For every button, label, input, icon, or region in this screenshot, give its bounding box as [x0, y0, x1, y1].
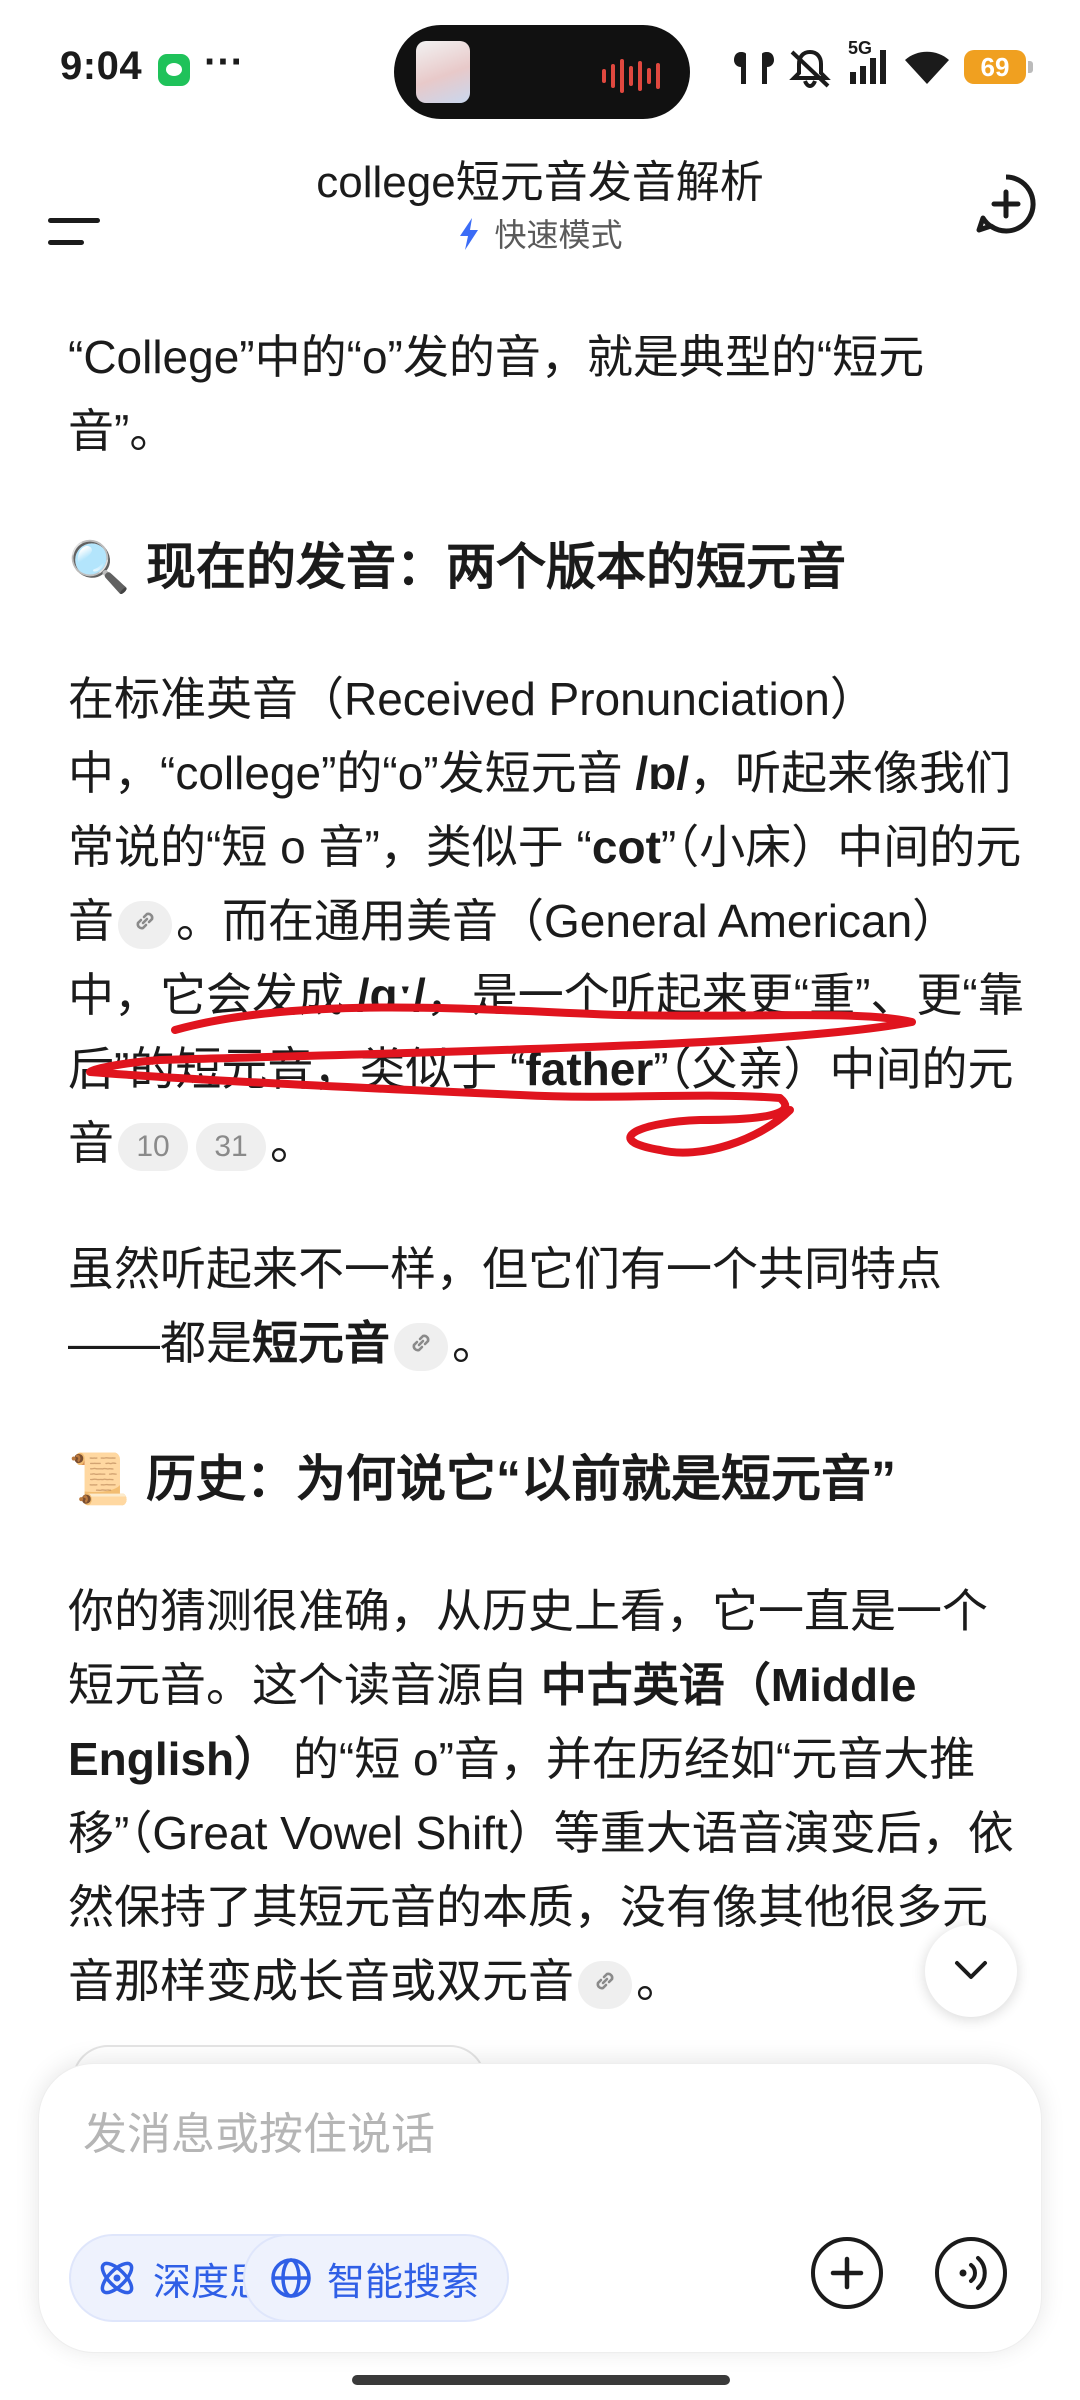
- chat-header: college短元音发音解析 快速模式: [0, 140, 1080, 270]
- battery-level: 69: [980, 52, 1010, 82]
- more-icon: ···: [204, 40, 244, 84]
- paragraph-history: 你的猜测很准确，从历史上看，它一直是一个短元音。这个读音源自 中古英语（Midd…: [68, 1585, 1014, 2009]
- magnifier-icon: 🔍: [68, 539, 131, 595]
- citation-badge[interactable]: 10: [118, 1122, 188, 1171]
- citation-badge[interactable]: 31: [196, 1122, 266, 1171]
- section-heading-current: 🔍 现在的发音：两个版本的短元音: [68, 530, 1028, 604]
- source-link-icon[interactable]: [118, 900, 172, 949]
- source-link-icon[interactable]: [394, 1322, 448, 1371]
- signal-icon: 5G: [848, 38, 892, 91]
- paragraph-intro: “College”中的“o”发的音，就是典型的“短元音”。: [68, 331, 925, 457]
- network-type: 5G: [848, 38, 873, 58]
- dynamic-island[interactable]: [394, 25, 690, 119]
- voice-icon: [959, 2256, 987, 2290]
- conversation-title[interactable]: college短元音发音解析: [0, 146, 1080, 210]
- attach-button[interactable]: [811, 2237, 883, 2309]
- status-time: 9:04: [60, 44, 143, 88]
- plus-icon: [830, 2256, 864, 2290]
- new-chat-button[interactable]: [974, 172, 1038, 236]
- voice-mode-button[interactable]: [935, 2237, 1007, 2309]
- scroll-icon: 📜: [68, 1451, 131, 1507]
- message-input[interactable]: [81, 2104, 985, 2166]
- chevron-down-icon: [955, 1961, 987, 1979]
- paragraph-pronunciation: 在标准英音（Received Pronunciation）中，“college”…: [68, 673, 1024, 1171]
- home-indicator: [352, 2375, 730, 2385]
- wechat-icon: [158, 54, 190, 86]
- new-chat-icon: [976, 174, 1036, 234]
- message-composer: 深度思考 智能搜索: [38, 2063, 1042, 2353]
- mode-selector[interactable]: 快速模式: [0, 210, 1080, 256]
- globe-icon: [271, 2258, 311, 2298]
- assistant-message: “College”中的“o”发的音，就是典型的“短元音”。 🔍 现在的发音：两个版…: [68, 280, 1028, 2018]
- scroll-to-bottom-button[interactable]: [925, 1925, 1017, 2017]
- smart-search-toggle[interactable]: 智能搜索: [243, 2234, 510, 2322]
- mute-icon: [788, 48, 832, 93]
- audio-wave-icon: [602, 59, 660, 93]
- atom-icon: [100, 2261, 134, 2295]
- heading-text: 历史：为何说它“以前就是短元音”: [146, 1451, 896, 1507]
- paragraph-common-feature: 虽然听起来不一样，但它们有一个共同特点——都是短元音 。: [68, 1243, 942, 1371]
- status-bar: 9:04 ··· 5G 69: [0, 0, 1080, 140]
- battery-icon: 69: [964, 50, 1033, 84]
- source-link-icon[interactable]: [578, 1960, 632, 2009]
- lightning-icon: [458, 217, 489, 253]
- mode-label: 快速模式: [494, 217, 623, 253]
- media-thumbnail: [416, 41, 470, 103]
- wifi-icon: [904, 50, 950, 91]
- section-heading-history: 📜 历史：为何说它“以前就是短元音”: [68, 1442, 1028, 1516]
- earbuds-icon: [733, 50, 775, 91]
- heading-text: 现在的发音：两个版本的短元音: [146, 539, 846, 595]
- smart-search-label: 智能搜索: [327, 2261, 480, 2304]
